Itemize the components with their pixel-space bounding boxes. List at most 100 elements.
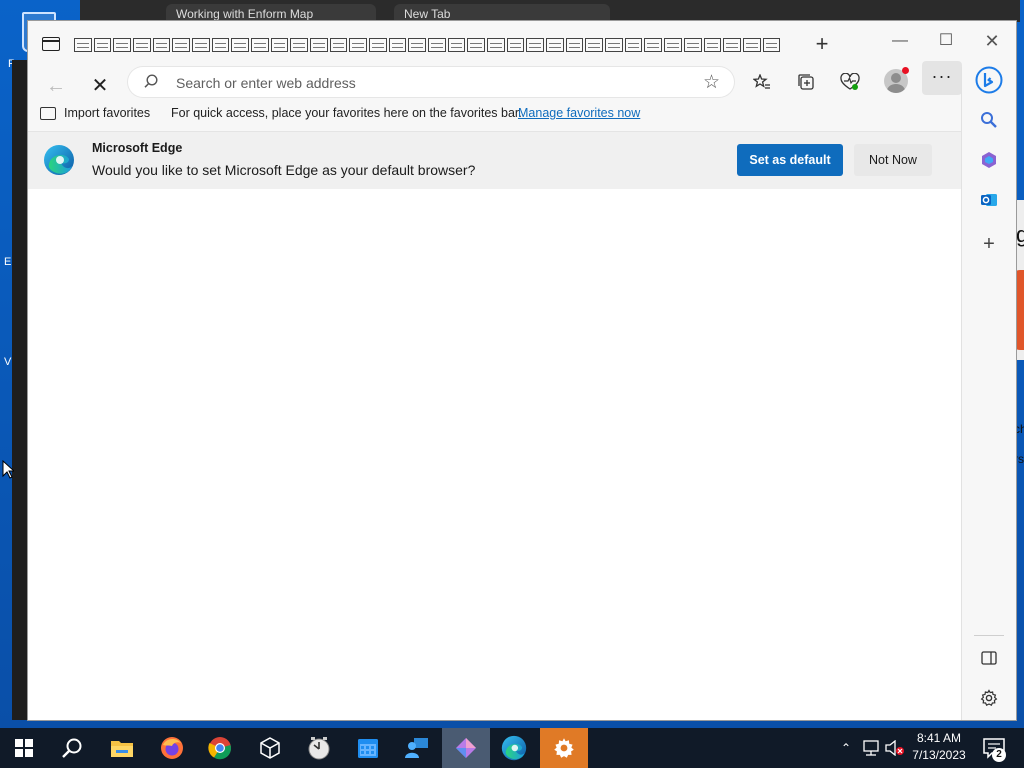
sidebar-search-icon[interactable] <box>974 105 1004 135</box>
firefox-button[interactable] <box>148 728 196 768</box>
browser-tab[interactable] <box>447 38 466 52</box>
start-button[interactable] <box>0 728 48 768</box>
browser-tab[interactable] <box>664 38 682 52</box>
browser-tab[interactable] <box>467 38 486 52</box>
browser-tab[interactable] <box>113 38 132 52</box>
background-text: g <box>1016 222 1024 247</box>
infobar-message: Would you like to set Microsoft Edge as … <box>92 162 476 178</box>
browser-tab[interactable] <box>388 38 407 52</box>
browser-tab[interactable] <box>211 38 230 52</box>
notification-count-badge: 2 <box>992 748 1006 762</box>
browser-tab[interactable] <box>133 38 151 52</box>
minimize-button[interactable]: — <box>880 29 920 53</box>
browser-tab[interactable] <box>231 38 250 52</box>
browser-tab[interactable] <box>565 38 584 52</box>
desktop-icon-label: V <box>4 356 12 368</box>
network-icon[interactable] <box>860 728 882 768</box>
pen-app-button[interactable] <box>442 728 490 768</box>
browser-tab[interactable] <box>93 38 112 52</box>
address-input[interactable] <box>174 71 678 95</box>
default-browser-infobar: Microsoft Edge Would you like to set Mic… <box>28 131 961 190</box>
browser-tab[interactable] <box>703 38 722 52</box>
favorites-bar-message: For quick access, place your favorites h… <box>171 106 522 120</box>
import-favorites-button[interactable]: Import favorites <box>40 106 150 120</box>
bing-copilot-icon[interactable] <box>974 65 1004 95</box>
page-content[interactable] <box>28 189 961 720</box>
browser-tab[interactable] <box>310 38 328 52</box>
3d-viewer-button[interactable] <box>246 728 294 768</box>
import-favorites-label: Import favorites <box>64 106 151 120</box>
start-icon <box>15 739 33 757</box>
browser-tab[interactable] <box>742 38 761 52</box>
browser-tab[interactable] <box>546 38 564 52</box>
browser-tab[interactable] <box>506 38 525 52</box>
not-now-button[interactable]: Not Now <box>854 144 932 176</box>
edge-taskbar-button[interactable] <box>490 728 538 768</box>
browser-tab[interactable] <box>762 38 781 52</box>
browser-tab[interactable] <box>526 38 545 52</box>
sidebar-settings-gear-icon[interactable] <box>974 683 1004 713</box>
browser-tab[interactable] <box>192 38 210 52</box>
profile-notification-dot <box>902 67 909 74</box>
browser-tab[interactable] <box>369 38 387 52</box>
people-app-button[interactable] <box>393 728 441 768</box>
collections-icon[interactable] <box>790 67 822 97</box>
maximize-button[interactable]: ☐ <box>926 29 966 53</box>
settings-icon <box>554 738 574 758</box>
manage-favorites-link[interactable]: Manage favorites now <box>518 106 640 120</box>
set-as-default-button[interactable]: Set as default <box>737 144 843 176</box>
browser-tab[interactable] <box>329 38 348 52</box>
browser-tab[interactable] <box>74 38 92 52</box>
tab-actions-menu-icon[interactable] <box>42 37 60 51</box>
cube-icon <box>260 737 280 759</box>
background-window-tabbar: Working with Enform Map New Tab <box>80 0 1020 24</box>
pen-app-icon <box>456 738 476 758</box>
clock-app-icon <box>308 737 330 760</box>
chrome-button[interactable] <box>196 728 244 768</box>
file-explorer-button[interactable] <box>98 728 146 768</box>
sidebar-divider <box>974 635 1004 636</box>
browser-tab[interactable] <box>644 38 663 52</box>
new-tab-button[interactable]: + <box>808 31 836 59</box>
title-bar: + — ☐ ✕ <box>28 21 1016 67</box>
browser-essentials-icon[interactable] <box>834 67 866 97</box>
clock-app-button[interactable] <box>295 728 343 768</box>
hide-sidebar-icon[interactable] <box>974 643 1004 673</box>
browser-tab[interactable] <box>585 38 604 52</box>
browser-tab[interactable] <box>487 38 505 52</box>
close-window-button[interactable]: ✕ <box>972 29 1012 53</box>
add-sidebar-app-button[interactable]: + <box>974 229 1004 259</box>
browser-tab[interactable] <box>270 38 289 52</box>
stop-loading-button[interactable]: ✕ <box>86 73 114 101</box>
people-icon <box>405 738 428 758</box>
address-bar[interactable]: ☆ <box>128 67 734 97</box>
browser-tab[interactable] <box>349 38 368 52</box>
show-hidden-icons-chevron-up-icon[interactable]: ⌃ <box>836 728 856 768</box>
settings-and-more-button[interactable]: ··· <box>922 61 962 95</box>
favorites-bar: Import favorites For quick access, place… <box>28 101 962 131</box>
system-clock[interactable]: 8:41 AM 7/13/2023 <box>905 730 973 766</box>
browser-tab[interactable] <box>408 38 427 52</box>
taskbar-search-button[interactable] <box>48 728 96 768</box>
edge-browser-window: + — ☐ ✕ ← ✕ ☆ ··· Import fav <box>28 21 1016 720</box>
edge-sidebar: + <box>961 65 1016 720</box>
volume-muted-icon[interactable] <box>884 728 906 768</box>
outlook-icon[interactable] <box>974 185 1004 215</box>
browser-tab[interactable] <box>152 38 171 52</box>
add-favorite-star-icon[interactable]: ☆ <box>703 71 720 94</box>
settings-taskbar-button[interactable] <box>540 728 588 768</box>
browser-tab[interactable] <box>624 38 643 52</box>
browser-tab[interactable] <box>683 38 702 52</box>
browser-tab[interactable] <box>172 38 191 52</box>
favorites-icon[interactable] <box>746 67 778 97</box>
clock-date: 7/13/2023 <box>912 748 966 762</box>
tab-strip[interactable] <box>74 36 782 54</box>
browser-tab[interactable] <box>723 38 741 52</box>
browser-tab[interactable] <box>251 38 269 52</box>
back-button[interactable]: ← <box>42 73 70 101</box>
office-apps-icon[interactable] <box>974 145 1004 175</box>
calendar-button[interactable] <box>344 728 392 768</box>
browser-tab[interactable] <box>428 38 446 52</box>
browser-tab[interactable] <box>605 38 623 52</box>
browser-tab[interactable] <box>290 38 309 52</box>
